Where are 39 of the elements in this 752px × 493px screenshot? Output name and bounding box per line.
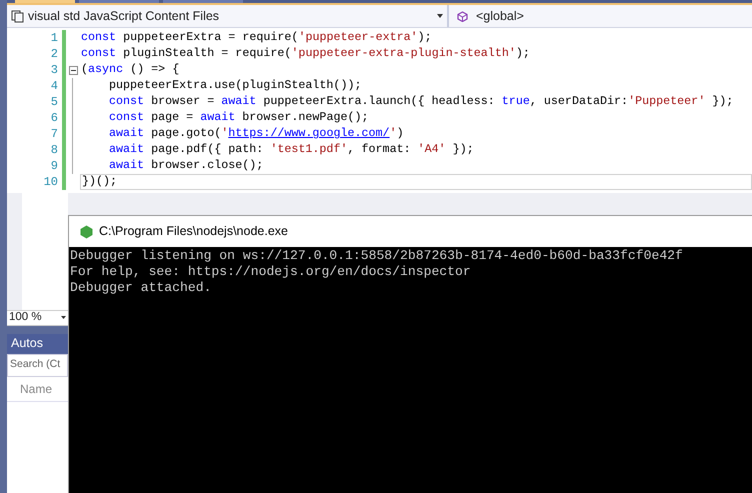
search-field[interactable]: Search (Ct bbox=[7, 354, 68, 376]
code-line: (async () => { bbox=[80, 62, 180, 78]
code-line: const puppeteerExtra = require('puppeteer-extra'); bbox=[80, 30, 433, 46]
console-output-line: For help, see: https://nodejs.org/en/docs/inspector bbox=[70, 264, 472, 280]
line-number: 3 bbox=[50, 62, 59, 79]
project-dropdown[interactable]: visual std JavaScript Content Files bbox=[7, 5, 447, 27]
line-number: 4 bbox=[50, 78, 59, 95]
line-number: 9 bbox=[50, 158, 59, 175]
line-number: 5 bbox=[50, 94, 59, 111]
code-editor[interactable] bbox=[7, 28, 752, 193]
code-line: const page = await browser.newPage(); bbox=[108, 110, 370, 126]
hexagon-icon bbox=[80, 224, 93, 238]
line-number: 8 bbox=[50, 142, 59, 159]
code-line: await browser.close(); bbox=[108, 158, 264, 174]
code-line: const pluginStealth = require('puppeteer-extra-plugin-stealth'); bbox=[80, 46, 531, 62]
line-number: 7 bbox=[50, 126, 59, 143]
line-number: 6 bbox=[50, 110, 59, 127]
code-line: await page.goto('https://www.google.com/') bbox=[108, 126, 405, 142]
caret-icon bbox=[437, 14, 443, 18]
line-number: 1 bbox=[50, 30, 59, 47]
zoom-level: 100 % bbox=[9, 310, 42, 325]
code-line: puppeteerExtra.use(pluginStealth()); bbox=[108, 78, 362, 94]
project-name: visual std JavaScript Content Files bbox=[28, 8, 220, 25]
collapse-icon[interactable] bbox=[68, 66, 78, 74]
zoom-dropdown[interactable]: 100 % bbox=[7, 310, 68, 326]
line-number: 2 bbox=[50, 46, 59, 63]
file-icon bbox=[11, 10, 24, 22]
cube-icon bbox=[457, 10, 468, 22]
console-output-line: Debugger listening on ws://127.0.0.1:5858/2b87263b-8174-4ed0-b60d-ba33fcf0e42f bbox=[70, 248, 684, 264]
line-number: 10 bbox=[42, 174, 59, 191]
column-header[interactable]: Name bbox=[20, 380, 52, 398]
scope-name: <global> bbox=[476, 8, 524, 25]
window-title: C:\Program Files\nodejs\node.exe bbox=[99, 223, 288, 240]
code-line: const browser = await puppeteerExtra.launch({ headless: true, userDataDir:'Puppeteer' }); bbox=[108, 94, 734, 110]
panel-title: Autos bbox=[11, 335, 43, 352]
console-output-line: Debugger attached. bbox=[70, 280, 212, 296]
code-line: await page.pdf({ path: 'test1.pdf', format: 'A4' }); bbox=[108, 142, 475, 158]
scope-dropdown[interactable]: <global> bbox=[449, 5, 532, 27]
caret-icon bbox=[61, 316, 66, 319]
